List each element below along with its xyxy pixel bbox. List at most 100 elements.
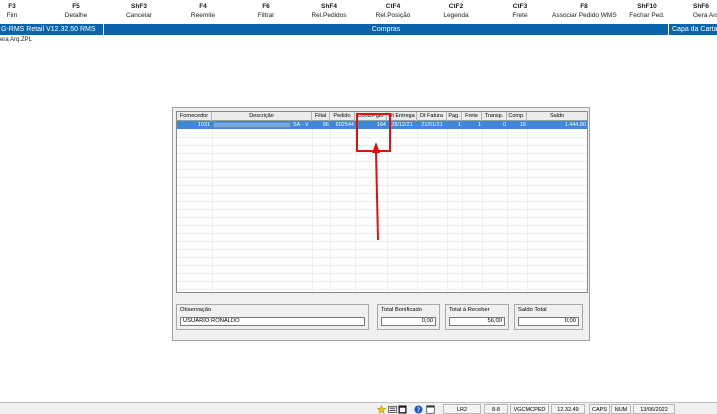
cell-dt-entrega: 28/12/21	[391, 122, 413, 128]
grid-column-line	[417, 129, 418, 292]
grid-column-line	[482, 129, 483, 292]
fkey-label: Reemite	[190, 12, 216, 19]
status-date: 13/06/2022	[633, 404, 675, 414]
total-bonificado-group: Total Bonificado 0,00	[377, 304, 440, 330]
total-receber-field: 56,00	[449, 317, 505, 326]
observacao-field[interactable]: USUARIO RONALDO	[180, 317, 365, 326]
status-caps: CAPS	[589, 404, 610, 414]
fkey-label: Filtrar	[257, 12, 275, 19]
cell-comp: 16	[519, 122, 526, 128]
fkey-gera-arq[interactable]: ShF6 Gera Arq	[693, 2, 717, 20]
cell-descricao: SA - V	[293, 122, 309, 128]
fkey-code: F5	[72, 3, 80, 10]
star-icon[interactable]	[377, 405, 386, 414]
fkey-legenda[interactable]: CtF2 Legenda	[424, 2, 488, 20]
window-icon[interactable]	[426, 405, 435, 414]
grid-line	[177, 281, 587, 282]
grid-column-line	[355, 129, 356, 292]
total-bonificado-field: 0,00	[381, 317, 436, 326]
saldo-total-field: 0,00	[518, 317, 579, 326]
col-filial[interactable]: Filial	[312, 112, 330, 121]
fkey-label: Cancelar	[125, 12, 152, 19]
col-saldo[interactable]: Saldo	[527, 112, 587, 121]
grid-line	[177, 153, 587, 154]
col-dt-fatura[interactable]: Dt Fatura	[417, 112, 447, 121]
status-time: 12.32.49	[551, 404, 585, 414]
total-receber-group: Total à Receber 56,00	[445, 304, 509, 330]
fkey-code: ShF4	[321, 3, 337, 10]
col-descricao[interactable]: Descrição	[212, 112, 312, 121]
section-title[interactable]: Capa da Carta	[668, 24, 717, 35]
cell-dt-fatura: 21/01/21	[421, 122, 443, 128]
col-pedido[interactable]: Pedido	[330, 112, 355, 121]
grid-column-line	[387, 129, 388, 292]
cond-pgto-highlight-box	[356, 113, 391, 152]
cell-pedido: 602544	[335, 122, 354, 128]
fkey-label: Gera Arq	[693, 12, 717, 19]
cell-saldo: 1.444,80	[564, 122, 586, 128]
fkey-associar-pedido-wms[interactable]: F8 Associar Pedido WMS	[552, 2, 617, 20]
col-transp[interactable]: Transp.	[482, 112, 507, 121]
grid-line	[177, 289, 587, 290]
fkey-code: ShF10	[637, 3, 657, 10]
col-fornecedor[interactable]: Fornecedor	[177, 112, 212, 121]
grid-column-line	[527, 129, 528, 292]
col-pag[interactable]: Pag.	[447, 112, 462, 121]
description-redacted	[213, 122, 291, 128]
orders-panel: Fornecedor Descrição Filial Pedido Cond.…	[172, 107, 590, 341]
cell-pag: 1	[457, 122, 461, 128]
fkey-fim[interactable]: F3 Fim	[0, 2, 44, 20]
fkey-rel-pedidos[interactable]: ShF4 Rel.Pedidos	[297, 2, 361, 20]
cell-fornecedor: 1031	[197, 122, 210, 128]
calendar-icon[interactable]	[398, 405, 407, 414]
cell-filial: 86	[322, 122, 329, 128]
fkey-code: ShF3	[131, 3, 147, 10]
grid-line	[177, 193, 587, 194]
title-bar: G-RMS Retail V12.32.50 RMS Compras Capa …	[0, 24, 717, 35]
col-comp[interactable]: Comp.	[507, 112, 527, 121]
grid-line	[177, 217, 587, 218]
col-frete[interactable]: Frete	[462, 112, 482, 121]
help-icon[interactable]: ?	[414, 405, 423, 414]
fkey-label: Detalhe	[64, 12, 88, 19]
svg-text:?: ?	[417, 407, 420, 414]
status-num: NUM	[611, 404, 631, 414]
orders-grid[interactable]: Fornecedor Descrição Filial Pedido Cond.…	[176, 111, 588, 293]
grid-line	[177, 233, 587, 234]
fkey-detalhe[interactable]: F5 Detalhe	[44, 2, 108, 20]
fkey-filtrar[interactable]: F6 Filtrar	[234, 2, 298, 20]
fkey-label: Rel.Pedidos	[311, 12, 347, 19]
fkey-rel-posicao[interactable]: CtF4 Rel.Posição	[361, 2, 425, 20]
total-bonificado-label: Total Bonificado	[381, 307, 422, 313]
observacao-group: Observação USUARIO RONALDO	[176, 304, 369, 330]
grid-line	[177, 273, 587, 274]
grid-column-line	[312, 129, 313, 292]
fkey-label: Associar Pedido WMS	[552, 12, 617, 19]
grid-line	[177, 169, 587, 170]
fkey-cancelar[interactable]: ShF3 Cancelar	[107, 2, 171, 20]
fkey-label: Fechar Ped.	[629, 12, 665, 19]
fkey-reemite[interactable]: F4 Reemite	[171, 2, 235, 20]
grid-line	[177, 249, 587, 250]
fkey-code: ShF6	[693, 3, 709, 10]
keyboard-icon[interactable]	[388, 405, 397, 414]
fkey-label: Rel.Posição	[375, 12, 411, 19]
fkey-frete[interactable]: CtF3 Frete	[488, 2, 552, 20]
fkey-code: CtF2	[448, 3, 464, 10]
fkey-code: CtF4	[385, 3, 401, 10]
fkey-code: F4	[199, 3, 207, 10]
total-receber-label: Total à Receber	[449, 307, 490, 313]
fkey-code: F6	[262, 3, 270, 10]
status-lr: LR2	[443, 404, 481, 414]
grid-column-line	[462, 129, 463, 292]
fkey-fechar-ped[interactable]: ShF10 Fechar Ped.	[615, 2, 679, 20]
grid-line	[177, 161, 587, 162]
grid-column-line	[212, 129, 213, 292]
module-title: Compras	[371, 26, 401, 33]
app-title: G-RMS Retail V12.32.50 RMS	[0, 24, 104, 35]
fkey-code: F8	[580, 3, 588, 10]
col-dt-entrega[interactable]: Dt Entrega	[387, 112, 417, 121]
grid-column-line	[330, 129, 331, 292]
saldo-total-label: Saldo Total	[518, 307, 547, 313]
grid-line	[177, 225, 587, 226]
